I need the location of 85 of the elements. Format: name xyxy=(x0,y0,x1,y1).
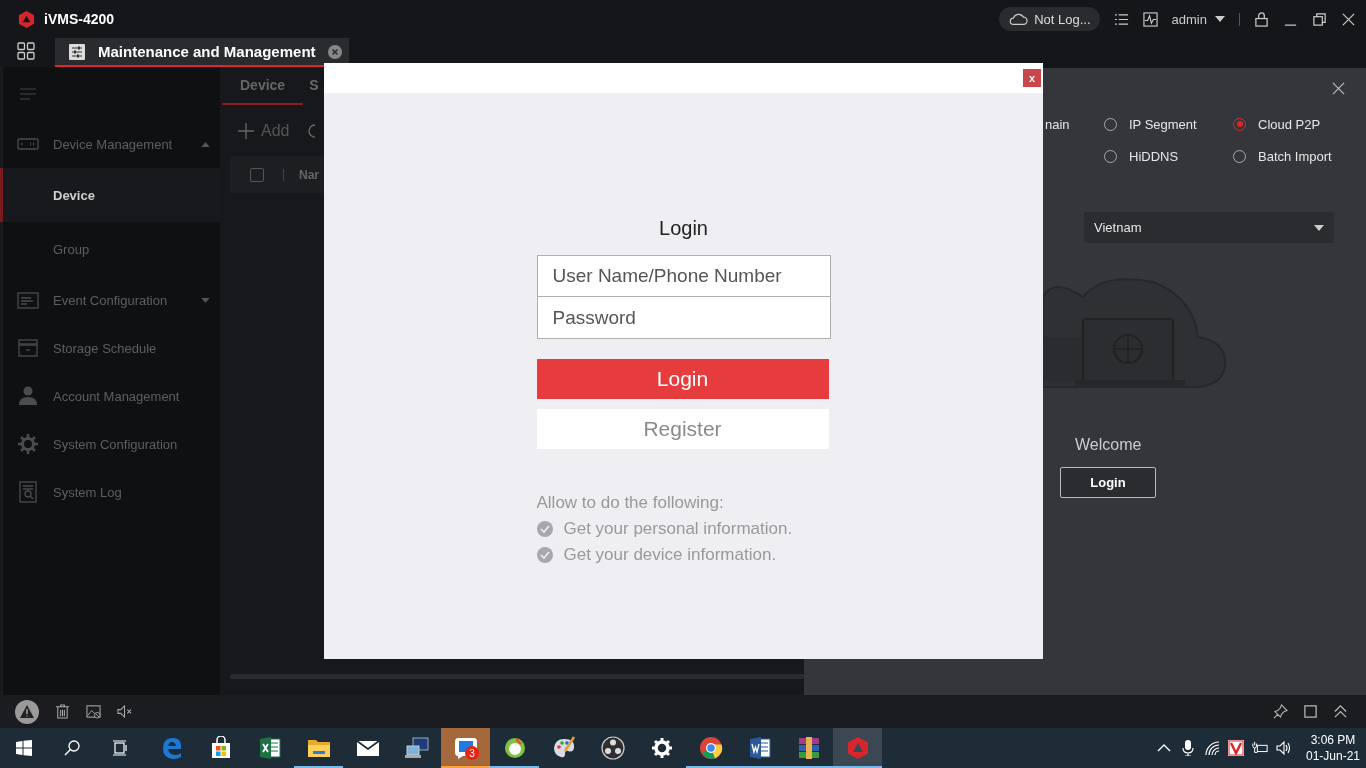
apps-grid-icon[interactable] xyxy=(17,42,35,60)
region-dropdown[interactable]: Vietnam xyxy=(1084,212,1334,243)
caret-icon xyxy=(1215,16,1225,22)
list-box-icon xyxy=(17,289,39,311)
radio-label[interactable]: Cloud P2P xyxy=(1258,116,1321,132)
settings-icon xyxy=(649,736,674,760)
module-tab[interactable]: Maintenance and Management xyxy=(55,38,349,67)
collapse-up-icon[interactable] xyxy=(1333,704,1348,719)
app-logo-icon xyxy=(845,736,870,760)
radio-label[interactable]: HiDDNS xyxy=(1129,148,1179,164)
permissions-title: Allow to do the following: xyxy=(536,492,725,514)
alarm-icon[interactable] xyxy=(15,699,39,724)
three-dots-circle-icon xyxy=(600,736,625,760)
spreadsheet-icon xyxy=(257,736,282,760)
radio-label[interactable]: Batch Import xyxy=(1258,148,1332,164)
sliders-icon xyxy=(68,42,86,61)
computer-icon xyxy=(404,736,429,760)
image-off-icon[interactable] xyxy=(86,704,101,719)
module-tab-label: Maintenance and Management xyxy=(98,43,316,60)
app-logo-icon xyxy=(17,9,36,29)
permission-text: Get your device information. xyxy=(563,545,777,565)
register-button[interactable]: Register xyxy=(536,409,829,449)
clock-date[interactable]: 01-Jun-21 xyxy=(1305,748,1360,764)
cloud-icon xyxy=(1008,12,1029,26)
volume-icon[interactable] xyxy=(1275,740,1292,756)
trash-icon[interactable] xyxy=(55,704,70,719)
close-icon[interactable] xyxy=(1341,11,1356,27)
app-name: iVMS-4200 xyxy=(44,11,115,27)
v-logo-icon[interactable] xyxy=(1227,740,1244,756)
task-view-icon[interactable] xyxy=(112,740,128,756)
battery-plug-icon[interactable] xyxy=(1251,740,1268,756)
check-circle-icon xyxy=(536,521,553,537)
dialog-title: Login xyxy=(658,217,709,241)
login-button[interactable]: Login xyxy=(536,359,829,399)
content-tab[interactable]: Device xyxy=(222,67,304,105)
sidebar-item[interactable]: Device Management xyxy=(3,120,220,168)
column-header: Nar xyxy=(299,167,319,182)
dialog-close-button[interactable]: x xyxy=(1023,69,1041,87)
document-search-icon xyxy=(17,481,39,503)
radio-label[interactable]: nain xyxy=(1045,116,1070,132)
user-icon xyxy=(17,385,39,407)
search-icon[interactable] xyxy=(64,740,80,756)
sidebar-item[interactable]: System Log xyxy=(3,468,220,516)
restore-icon[interactable] xyxy=(1312,11,1327,27)
pin-icon[interactable] xyxy=(1273,704,1288,719)
box-icon xyxy=(17,337,39,359)
add-button[interactable]: Add xyxy=(238,121,290,140)
browser-icon xyxy=(698,736,723,760)
check-circle-icon xyxy=(536,547,553,563)
radio-label[interactable]: IP Segment xyxy=(1129,116,1197,132)
login-button[interactable]: Login xyxy=(1060,467,1156,498)
start-icon[interactable] xyxy=(16,740,32,756)
sidebar-item[interactable]: System Configuration xyxy=(3,420,220,468)
fullscreen-icon[interactable] xyxy=(1303,704,1318,719)
password-field[interactable]: Password xyxy=(536,297,831,339)
sidebar-item[interactable]: Storage Schedule xyxy=(3,324,220,372)
sidebar-subitem[interactable]: Device xyxy=(0,168,220,222)
permission-text: Get your personal information. xyxy=(563,519,793,539)
palette-icon xyxy=(551,736,576,760)
lock-icon[interactable] xyxy=(1254,11,1269,27)
tab-close-icon[interactable] xyxy=(327,44,342,59)
settings-icon xyxy=(17,433,39,455)
content-tab[interactable]: S xyxy=(303,67,319,105)
sidebar-item[interactable]: Account Management xyxy=(3,372,220,420)
microphone-icon[interactable] xyxy=(1179,740,1196,756)
notification-badge: 3 xyxy=(465,746,479,760)
document-icon xyxy=(747,736,772,760)
archive-icon xyxy=(796,736,821,760)
welcome-text: Welcome xyxy=(1075,436,1143,454)
wifi-icon[interactable] xyxy=(1203,740,1220,756)
sidebar-item[interactable]: Event Configuration xyxy=(3,276,220,324)
username-field[interactable]: User Name/Phone Number xyxy=(536,255,831,297)
taskbar-button[interactable]: 3 xyxy=(441,728,490,768)
ring-icon xyxy=(502,736,527,760)
list-icon[interactable] xyxy=(1113,11,1129,27)
pulse-icon[interactable] xyxy=(1142,11,1158,27)
cloud-status-button[interactable]: Not Log... xyxy=(999,7,1100,31)
clock-time[interactable]: 3:06 PM xyxy=(1310,732,1356,748)
mute-icon[interactable] xyxy=(117,704,132,719)
user-menu[interactable]: admin xyxy=(1171,11,1225,27)
sidebar-subitem[interactable]: Group xyxy=(3,222,220,276)
caret-icon xyxy=(1314,224,1324,231)
select-all-checkbox[interactable] xyxy=(250,167,264,182)
close-icon[interactable] xyxy=(1332,82,1345,95)
plus-icon xyxy=(238,122,254,139)
